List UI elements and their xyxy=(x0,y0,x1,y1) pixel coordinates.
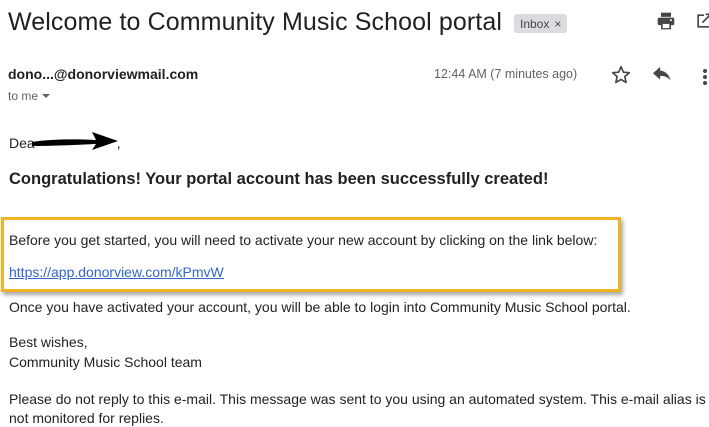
print-button[interactable] xyxy=(656,11,676,31)
reply-icon xyxy=(652,66,671,81)
star-button[interactable] xyxy=(610,64,632,86)
recipient-text: to me xyxy=(8,89,39,103)
post-activation-text: Once you have activated your account, yo… xyxy=(9,299,631,315)
reply-button[interactable] xyxy=(651,66,673,86)
activation-highlight-box xyxy=(1,217,621,292)
activation-link[interactable]: https://app.donorview.com/kPmvW xyxy=(9,264,224,280)
dropdown-arrow-icon xyxy=(42,94,51,98)
signoff-line-2: Community Music School team xyxy=(9,354,202,370)
sender-address[interactable]: dono...@donorviewmail.com xyxy=(8,66,198,82)
disclaimer-text: Please do not reply to this e-mail. This… xyxy=(9,391,706,426)
signoff-line-1: Best wishes, xyxy=(9,334,88,350)
inbox-label-chip[interactable]: Inbox × xyxy=(514,14,568,33)
remove-label-button[interactable]: × xyxy=(554,17,561,31)
open-in-new-window-button[interactable] xyxy=(694,11,709,31)
email-subject: Welcome to Community Music School portal xyxy=(8,7,502,36)
more-options-button[interactable] xyxy=(701,66,709,88)
inbox-label-text: Inbox xyxy=(520,16,550,31)
open-in-new-window-icon xyxy=(697,13,709,28)
print-icon xyxy=(657,12,675,30)
subject-row: Welcome to Community Music School portal… xyxy=(8,4,568,40)
more-vertical-icon xyxy=(703,69,707,85)
redaction-arrow-mark xyxy=(32,132,118,150)
received-time: 12:44 AM (7 minutes ago) xyxy=(434,67,578,81)
email-view: Welcome to Community Music School portal… xyxy=(0,0,709,427)
activation-instruction: Before you get started, you will need to… xyxy=(9,232,598,248)
congratulations-heading: Congratulations! Your portal account has… xyxy=(9,170,549,188)
star-outline-icon xyxy=(611,65,631,84)
recipient-details-toggle[interactable]: to me xyxy=(8,89,51,103)
